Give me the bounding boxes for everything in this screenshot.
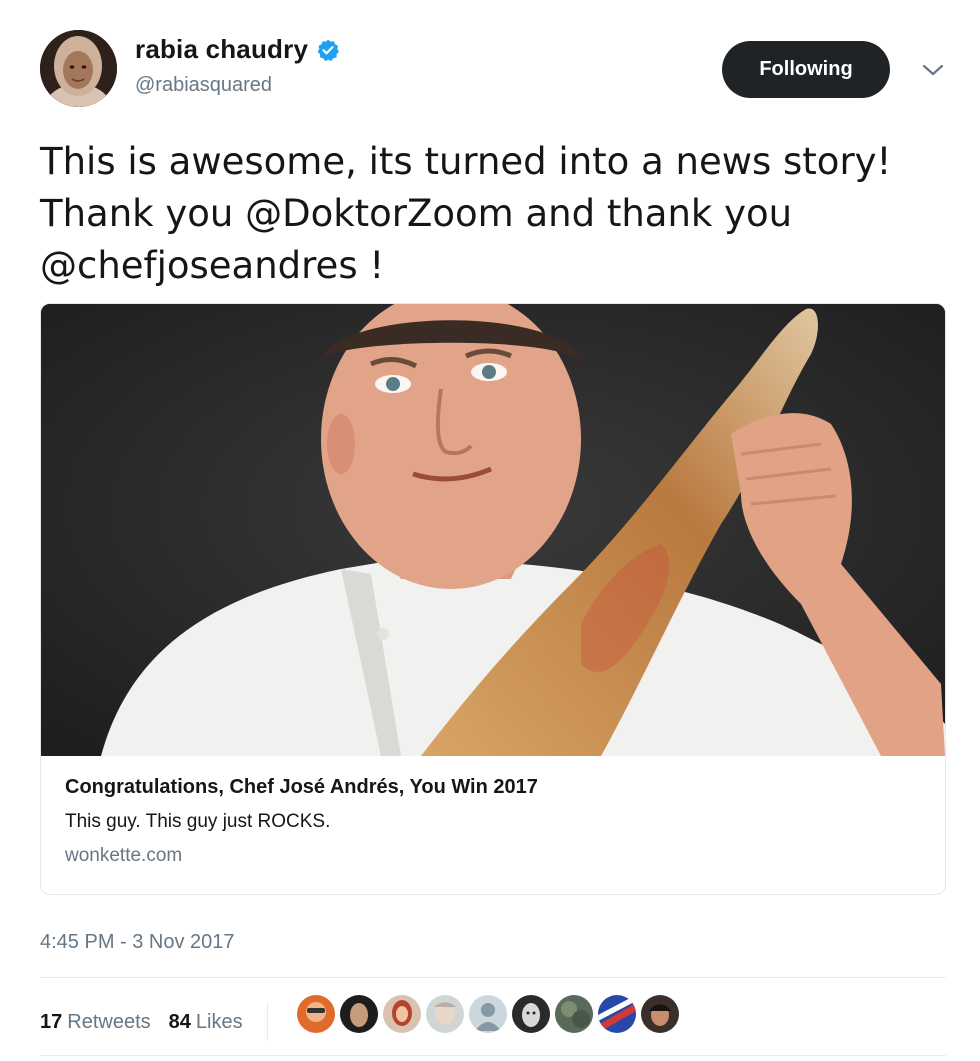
liker-avatar[interactable] (340, 995, 378, 1033)
liker-avatar[interactable] (383, 995, 421, 1033)
retweets-stat[interactable]: 17 Retweets (40, 1011, 151, 1034)
author-avatar[interactable] (40, 30, 117, 107)
link-preview-card[interactable]: Congratulations, Chef José Andrés, You W… (40, 303, 946, 895)
liker-avatar[interactable] (426, 995, 464, 1033)
retweets-label[interactable]: Retweets (67, 1011, 150, 1033)
divider (40, 1055, 946, 1056)
liker-avatar[interactable] (297, 995, 335, 1033)
author-name-row[interactable]: rabia chaudry (135, 34, 340, 65)
tweet-text: This is awesome, its turned into a news … (40, 136, 960, 292)
tweet-text-line: Thank you @DoktorZoom and thank you (40, 192, 793, 235)
tweet-text-line: @chefjoseandres ! (40, 244, 385, 287)
liker-avatar[interactable] (512, 995, 550, 1033)
author-handle[interactable]: @rabiasquared (135, 74, 272, 97)
divider (40, 977, 946, 978)
tweet-timestamp[interactable]: 4:45 PM - 3 Nov 2017 (40, 931, 235, 954)
retweets-count[interactable]: 17 (40, 1011, 62, 1033)
card-body[interactable]: Congratulations, Chef José Andrés, You W… (65, 776, 921, 867)
card-description: This guy. This guy just ROCKS. (65, 811, 331, 832)
verified-badge-icon (317, 39, 340, 61)
tweet-text-line: This is awesome, its turned into a news … (40, 140, 892, 183)
liker-avatars (297, 995, 684, 1033)
following-button[interactable]: Following (722, 41, 890, 98)
default-avatar-icon[interactable] (469, 995, 507, 1033)
card-domain[interactable]: wonkette.com (65, 845, 921, 867)
liker-avatar[interactable] (555, 995, 593, 1033)
tweet-stats: 17 Retweets 84 Likes (40, 1003, 284, 1041)
card-image-chef-holding-ham[interactable] (41, 304, 945, 756)
author-display-name[interactable]: rabia chaudry (135, 34, 308, 65)
likes-count[interactable]: 84 (169, 1011, 191, 1033)
stats-separator (266, 1003, 268, 1041)
likes-stat[interactable]: 84 Likes (169, 1011, 243, 1034)
card-title[interactable]: Congratulations, Chef José Andrés, You W… (65, 776, 921, 799)
likes-label[interactable]: Likes (196, 1011, 243, 1033)
liker-avatar[interactable] (641, 995, 679, 1033)
liker-avatar[interactable] (598, 995, 636, 1033)
chevron-down-icon[interactable] (920, 60, 946, 80)
